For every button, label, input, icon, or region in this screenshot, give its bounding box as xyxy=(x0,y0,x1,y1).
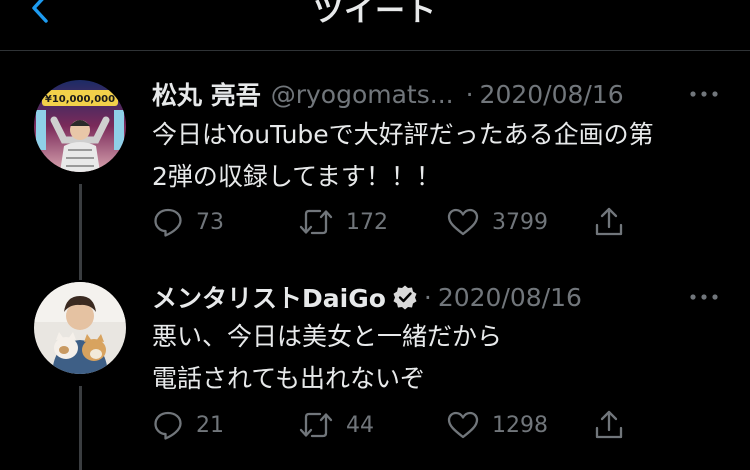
handle[interactable]: @ryogomats... xyxy=(271,80,454,109)
retweet-count: 44 xyxy=(346,412,374,438)
tweet-date[interactable]: 2020/08/16 xyxy=(438,283,582,312)
separator-dot: · xyxy=(423,282,432,312)
avatar-sign-text: ¥10,000,000 xyxy=(45,94,115,105)
like-count: 3799 xyxy=(492,209,548,235)
retweet-button[interactable]: 172 xyxy=(298,204,388,240)
retweet-count: 172 xyxy=(346,209,388,235)
tweet-text-line: 悪い、今日は美女と一緒だから xyxy=(152,322,503,351)
tweet-text-line: 今日はYouTubeで大好評だったある企画の第 xyxy=(152,120,654,149)
share-button[interactable] xyxy=(594,204,624,240)
retweet-button[interactable]: 44 xyxy=(298,407,374,443)
avatar-image xyxy=(34,282,126,374)
tweet-date[interactable]: 2020/08/16 xyxy=(480,80,624,109)
tweet-text-line: 電話されても出れないぞ xyxy=(152,364,426,393)
separator-dot: · xyxy=(465,79,474,109)
reply-icon xyxy=(154,411,182,440)
tweet-text: 今日はYouTubeで大好評だったある企画の第 2弾の収録してます！！！ xyxy=(152,114,732,198)
more-options-button[interactable] xyxy=(684,282,724,312)
tweet-header: メンタリストDaiGo · 2020/08/16 xyxy=(152,280,582,314)
tweet-text: 悪い、今日は美女と一緒だから 電話されても出れないぞ xyxy=(152,316,732,400)
tweet-actions: 21 44 1298 xyxy=(152,407,642,443)
tweet-actions: 73 172 3799 xyxy=(152,204,642,240)
avatar[interactable] xyxy=(34,282,126,374)
like-button[interactable]: 3799 xyxy=(446,204,548,240)
avatar[interactable]: ¥10,000,000 xyxy=(34,80,126,172)
retweet-icon xyxy=(299,412,333,438)
share-button[interactable] xyxy=(594,407,624,443)
more-options-button[interactable] xyxy=(684,79,724,109)
reply-count: 73 xyxy=(196,209,224,235)
share-icon xyxy=(595,410,623,439)
tweet-header: 松丸 亮吾 @ryogomats... · 2020/08/16 xyxy=(152,77,624,111)
heart-icon xyxy=(447,208,479,236)
top-bar: ツイート xyxy=(0,0,750,51)
like-count: 1298 xyxy=(492,412,548,438)
reply-button[interactable]: 21 xyxy=(152,407,224,443)
like-button[interactable]: 1298 xyxy=(446,407,548,443)
heart-icon xyxy=(447,411,479,439)
share-icon xyxy=(595,207,623,236)
display-name[interactable]: メンタリストDaiGo xyxy=(152,279,386,315)
reply-button[interactable]: 73 xyxy=(152,204,224,240)
reply-icon xyxy=(154,208,182,237)
tweet-text-line: 2弾の収録してます！！！ xyxy=(152,162,441,191)
reply-count: 21 xyxy=(196,412,224,438)
thread-line xyxy=(79,386,82,470)
tweet[interactable]: メンタリストDaiGo · 2020/08/16 悪い、今日は美女と一緒だから … xyxy=(0,260,750,470)
display-name[interactable]: 松丸 亮吾 xyxy=(152,76,261,112)
retweet-icon xyxy=(299,209,333,235)
avatar-image: ¥10,000,000 xyxy=(34,80,126,172)
verified-badge-icon xyxy=(392,284,418,310)
more-horizontal-icon xyxy=(690,294,718,300)
more-horizontal-icon xyxy=(690,91,718,97)
tweet[interactable]: ¥10,000,000 松丸 亮吾 @ryogomats... · 2020/0… xyxy=(0,50,750,280)
page-title: ツイート xyxy=(313,0,437,29)
